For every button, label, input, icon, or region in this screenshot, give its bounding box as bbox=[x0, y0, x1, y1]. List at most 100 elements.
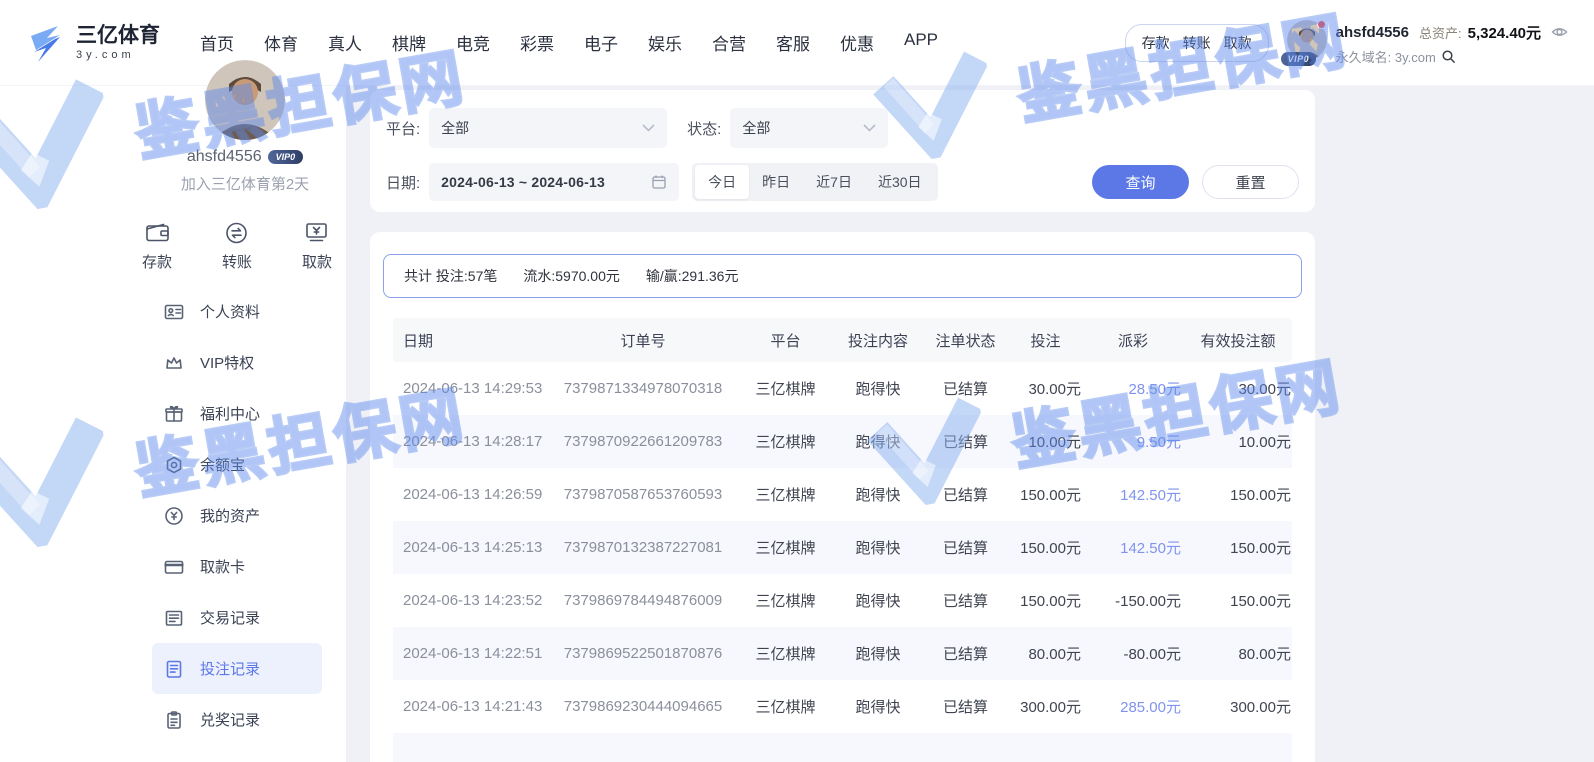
calendar-icon bbox=[651, 174, 667, 190]
cell-bet-content: 跑得快 bbox=[833, 537, 923, 558]
cell-date: 2024-06-13 14:25:13 bbox=[393, 539, 548, 556]
quick-action[interactable]: 转账 bbox=[222, 220, 252, 272]
cell-bet-amount: 300.00元 bbox=[1008, 696, 1083, 717]
cell-order-no: 7379870587653760593 bbox=[548, 486, 738, 503]
sidebar-item-兑奖记录[interactable]: 兑奖记录 bbox=[152, 694, 322, 745]
cell-bet-content: 跑得快 bbox=[833, 431, 923, 452]
cell-payout: -150.00元 bbox=[1083, 590, 1183, 611]
nav-item-优惠[interactable]: 优惠 bbox=[840, 30, 874, 55]
cell-bet-content: 跑得快 bbox=[833, 643, 923, 664]
platform-select[interactable]: 全部 bbox=[429, 108, 667, 148]
search-button[interactable]: 查询 bbox=[1092, 165, 1189, 199]
search-icon[interactable] bbox=[1441, 49, 1456, 64]
brand[interactable]: 三亿体育 3y.com bbox=[26, 22, 160, 64]
wallet-action-取款[interactable]: 取款 bbox=[1224, 33, 1252, 53]
nav-item-电子[interactable]: 电子 bbox=[584, 30, 618, 55]
reset-button[interactable]: 重置 bbox=[1202, 165, 1299, 199]
quick-action[interactable]: 存款 bbox=[142, 220, 172, 272]
nav-item-娱乐[interactable]: 娱乐 bbox=[648, 30, 682, 55]
sidebar-item-个人资料[interactable]: 个人资料 bbox=[152, 286, 322, 337]
sidebar-item-我的资产[interactable]: 我的资产 bbox=[152, 490, 322, 541]
profile-avatar[interactable] bbox=[205, 60, 285, 140]
nav-item-电竞[interactable]: 电竞 bbox=[456, 30, 490, 55]
nav-item-合营[interactable]: 合营 bbox=[712, 30, 746, 55]
table-header-cell: 有效投注额 bbox=[1183, 330, 1293, 351]
nav-item-体育[interactable]: 体育 bbox=[264, 30, 298, 55]
table-header-cell: 订单号 bbox=[548, 330, 738, 351]
range-button-今日[interactable]: 今日 bbox=[695, 165, 749, 199]
cell-platform: 三亿棋牌 bbox=[738, 643, 833, 664]
username: ahsfd4556 bbox=[1336, 24, 1409, 41]
filter-panel: 平台: 全部 状态: 全部 日期: 2024-06-13 ~ 2024-06-1… bbox=[370, 90, 1315, 212]
nav-item-APP[interactable]: APP bbox=[904, 30, 938, 55]
sidebar-item-余额宝[interactable]: 余额宝 bbox=[152, 439, 322, 490]
cell-valid-amount: 80.00元 bbox=[1183, 643, 1293, 664]
cell-payout: 9.50元 bbox=[1083, 431, 1183, 452]
bet-records-panel: 共计 投注:57笔流水:5970.00元输/赢:291.36元 日期订单号平台投… bbox=[370, 232, 1315, 762]
bets-icon bbox=[164, 659, 184, 679]
summary-item: 输/赢:291.36元 bbox=[646, 266, 739, 286]
brand-logo-icon bbox=[26, 22, 66, 64]
cell-valid-amount: 150.00元 bbox=[1183, 484, 1293, 505]
cell-bet-amount: 150.00元 bbox=[1008, 590, 1083, 611]
eye-icon[interactable] bbox=[1551, 25, 1568, 39]
summary-item: 共计 投注:57笔 bbox=[404, 266, 497, 286]
cell-status: 已结算 bbox=[923, 378, 1008, 399]
date-range-input[interactable]: 2024-06-13 ~ 2024-06-13 bbox=[429, 163, 679, 201]
table-header-cell: 派彩 bbox=[1083, 330, 1183, 351]
sidebar-item-交易记录[interactable]: 交易记录 bbox=[152, 592, 322, 643]
cell-status: 已结算 bbox=[923, 696, 1008, 717]
withdraw-icon bbox=[303, 220, 330, 246]
join-days-text: 加入三亿体育第2天 bbox=[181, 173, 309, 194]
cell-valid-amount: 10.00元 bbox=[1183, 431, 1293, 452]
cell-order-no: 7379869784494876009 bbox=[548, 592, 738, 609]
transfer-icon bbox=[223, 220, 250, 246]
crown-icon bbox=[164, 353, 184, 373]
quick-action[interactable]: 取款 bbox=[302, 220, 332, 272]
range-button-昨日[interactable]: 昨日 bbox=[749, 165, 803, 199]
wallet-action-存款[interactable]: 存款 bbox=[1142, 33, 1170, 53]
cell-bet-content: 跑得快 bbox=[833, 378, 923, 399]
date-range-value: 2024-06-13 ~ 2024-06-13 bbox=[441, 174, 651, 190]
sidebar-item-VIP特权[interactable]: VIP特权 bbox=[152, 337, 322, 388]
cell-platform: 三亿棋牌 bbox=[738, 378, 833, 399]
cell-status: 已结算 bbox=[923, 537, 1008, 558]
brand-subtitle: 3y.com bbox=[76, 49, 160, 61]
table-row-partial bbox=[393, 733, 1292, 762]
range-button-近7日[interactable]: 近7日 bbox=[803, 165, 865, 199]
assets-icon bbox=[164, 506, 184, 526]
nav-item-首页[interactable]: 首页 bbox=[200, 30, 234, 55]
table-row: 2024-06-13 14:29:53 7379871334978070318 … bbox=[393, 362, 1292, 415]
date-label: 日期: bbox=[386, 172, 420, 193]
range-button-近30日[interactable]: 近30日 bbox=[865, 165, 935, 199]
status-select[interactable]: 全部 bbox=[730, 108, 888, 148]
cell-order-no: 7379870922661209783 bbox=[548, 433, 738, 450]
nav-item-彩票[interactable]: 彩票 bbox=[520, 30, 554, 55]
nav-item-真人[interactable]: 真人 bbox=[328, 30, 362, 55]
summary-item: 流水:5970.00元 bbox=[523, 266, 620, 286]
avatar[interactable]: VIP0 bbox=[1287, 20, 1327, 60]
cell-platform: 三亿棋牌 bbox=[738, 696, 833, 717]
cell-platform: 三亿棋牌 bbox=[738, 484, 833, 505]
assets-label: 总资产: bbox=[1419, 23, 1462, 42]
cell-status: 已结算 bbox=[923, 431, 1008, 452]
table-header-cell: 投注内容 bbox=[833, 330, 923, 351]
cell-bet-content: 跑得快 bbox=[833, 696, 923, 717]
cell-payout: 142.50元 bbox=[1083, 484, 1183, 505]
cell-status: 已结算 bbox=[923, 590, 1008, 611]
cell-payout: 285.00元 bbox=[1083, 696, 1183, 717]
table-row: 2024-06-13 14:25:13 7379870132387227081 … bbox=[393, 521, 1292, 574]
cell-date: 2024-06-13 14:22:51 bbox=[393, 645, 548, 662]
nav-item-客服[interactable]: 客服 bbox=[776, 30, 810, 55]
cell-platform: 三亿棋牌 bbox=[738, 431, 833, 452]
nav-item-棋牌[interactable]: 棋牌 bbox=[392, 30, 426, 55]
sidebar-item-取款卡[interactable]: 取款卡 bbox=[152, 541, 322, 592]
table-row: 2024-06-13 14:22:51 7379869522501870876 … bbox=[393, 627, 1292, 680]
table-header-cell: 注单状态 bbox=[923, 330, 1008, 351]
sidebar-item-投注记录[interactable]: 投注记录 bbox=[152, 643, 322, 694]
cell-payout: -80.00元 bbox=[1083, 643, 1183, 664]
cell-order-no: 7379869230444094665 bbox=[548, 698, 738, 715]
sidebar-item-福利中心[interactable]: 福利中心 bbox=[152, 388, 322, 439]
chevron-down-icon bbox=[863, 124, 876, 132]
wallet-action-转账[interactable]: 转账 bbox=[1183, 33, 1211, 53]
